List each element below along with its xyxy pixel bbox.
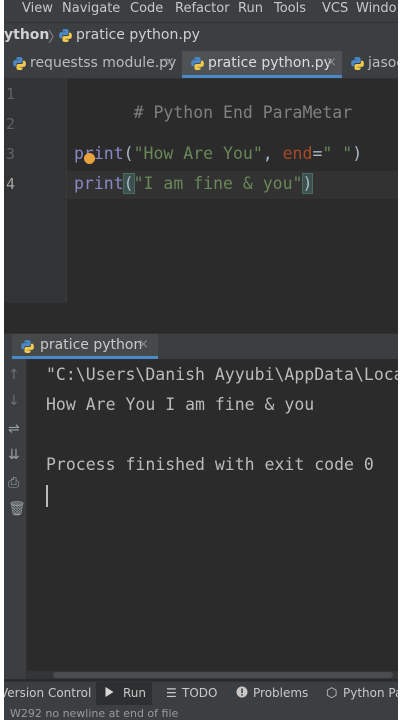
- close-tab-icon[interactable]: ×: [164, 55, 175, 70]
- console-line-exit: Process finished with exit code 0: [46, 455, 374, 474]
- code-line-4: print("I am fine & you"): [74, 173, 314, 194]
- console-horizontal-scrollbar[interactable]: [27, 671, 398, 679]
- tool-problems[interactable]: Problems: [232, 682, 314, 706]
- trash-icon[interactable]: 🗑: [8, 501, 26, 517]
- tab-label: pratice python.py: [208, 55, 332, 71]
- tool-todo[interactable]: ☰ TODO: [160, 682, 226, 706]
- tool-label: Run: [123, 686, 147, 700]
- list-icon: ☰: [166, 686, 177, 700]
- line-number: 3: [6, 145, 16, 163]
- run-tab-label: pratice python: [40, 337, 143, 353]
- run-side-toolbar: ↑ ↓ ⇌ ⇊ ⎙ 🗑: [4, 359, 27, 679]
- console-caret: [46, 485, 48, 507]
- scroll-up-icon[interactable]: ↑: [8, 367, 20, 383]
- print-icon[interactable]: ⎙: [8, 475, 19, 491]
- breadcrumb-file[interactable]: pratice python.py: [76, 27, 200, 43]
- menu-bar: t View Navigate Code Refactor Run Tools …: [4, 0, 398, 22]
- tool-python-packages[interactable]: ⬡ Python Pa: [324, 682, 398, 706]
- close-tab-icon[interactable]: ×: [326, 55, 337, 70]
- line-number-gutter: 1 2 3 4: [4, 79, 67, 303]
- tab-pratice-python[interactable]: pratice python.py ×: [182, 51, 342, 78]
- run-tab-pratice-python[interactable]: pratice python ×: [12, 334, 158, 359]
- menu-item-window[interactable]: Windo: [356, 1, 397, 16]
- keyword-argument: end: [282, 144, 313, 163]
- string-literal: " ": [322, 144, 353, 163]
- python-file-icon: [58, 28, 73, 47]
- matched-paren: ): [301, 173, 314, 194]
- tool-label: TODO: [182, 686, 218, 700]
- paren: (: [123, 144, 134, 163]
- status-message: W292 no newline at end of file: [10, 707, 179, 720]
- line-number-current: 4: [6, 175, 16, 193]
- console-line-output: How Are You I am fine & you: [46, 395, 315, 414]
- tool-label: Version Control: [4, 686, 92, 700]
- tab-label: requestss module.py: [30, 55, 177, 71]
- status-bar: W292 no newline at end of file: [4, 705, 398, 720]
- code-line-3: print("How Are You", end=" "): [74, 144, 362, 163]
- run-console[interactable]: "C:\Users\Danish Ayyubi\AppData\Local Ho…: [27, 359, 398, 671]
- equals: =: [312, 144, 323, 163]
- scroll-to-end-icon[interactable]: ⇊: [8, 447, 20, 463]
- run-tool-window-header: pratice python ×: [4, 333, 398, 359]
- menu-item-run[interactable]: Run: [238, 1, 263, 16]
- string-literal: "How Are You": [133, 144, 263, 163]
- code-comment: # Python End ParaMetar: [133, 103, 353, 122]
- line-number: 2: [6, 115, 16, 133]
- ide-window: t View Navigate Code Refactor Run Tools …: [4, 0, 398, 720]
- tool-run[interactable]: Run: [96, 682, 152, 706]
- menu-item-tools[interactable]: Tools: [274, 1, 306, 16]
- scroll-down-icon[interactable]: ↓: [8, 393, 20, 409]
- soft-wrap-icon[interactable]: ⇌: [8, 421, 20, 437]
- python-file-icon: [350, 56, 365, 75]
- scrollbar-thumb[interactable]: [53, 672, 393, 678]
- menu-item-view[interactable]: View: [22, 1, 53, 16]
- builtin-print: print: [74, 144, 124, 163]
- builtin-print: print: [74, 174, 124, 193]
- string-literal: "I am fine & you": [133, 174, 303, 193]
- packages-icon: ⬡: [326, 686, 338, 701]
- menu-item-refactor[interactable]: Refactor: [175, 1, 230, 16]
- close-run-tab-icon[interactable]: ×: [138, 337, 149, 352]
- lightbulb-icon[interactable]: [84, 153, 95, 164]
- python-file-icon: [20, 339, 35, 358]
- editor-tab-bar: requestss module.py × pratice python.py …: [4, 51, 398, 79]
- tool-label: Python Pa: [343, 686, 398, 700]
- tab-label: jasoo: [368, 55, 398, 71]
- python-file-icon: [190, 56, 205, 75]
- run-play-icon: [104, 686, 115, 701]
- matched-paren: (: [122, 173, 135, 194]
- line-number: 1: [6, 85, 16, 103]
- menu-item-code[interactable]: Code: [130, 1, 163, 16]
- tab-jasoo[interactable]: jasoo: [344, 51, 398, 78]
- tool-version-control[interactable]: Version Control: [4, 682, 92, 706]
- tab-requestss-module[interactable]: requestss module.py ×: [4, 51, 180, 78]
- tool-window-strip: Version Control Run ☰ TODO Problems ⬡ Py…: [4, 681, 398, 706]
- menu-item-vcs[interactable]: VCS: [322, 1, 348, 16]
- paren: ): [352, 144, 363, 163]
- menu-item-navigate[interactable]: Navigate: [62, 1, 120, 16]
- code-editor[interactable]: 1 2 3 4 # Python End ParaMetar print("Ho…: [4, 79, 398, 329]
- breadcrumb-project[interactable]: ython: [4, 27, 49, 43]
- code-line-1: # Python End ParaMetar: [74, 84, 353, 141]
- comma: ,: [262, 144, 283, 163]
- problems-icon: [236, 686, 248, 701]
- python-file-icon: [12, 56, 27, 75]
- tool-label: Problems: [253, 686, 309, 700]
- breadcrumb: ython 〉 pratice python.py: [4, 22, 398, 52]
- console-line-command: "C:\Users\Danish Ayyubi\AppData\Local: [46, 365, 398, 384]
